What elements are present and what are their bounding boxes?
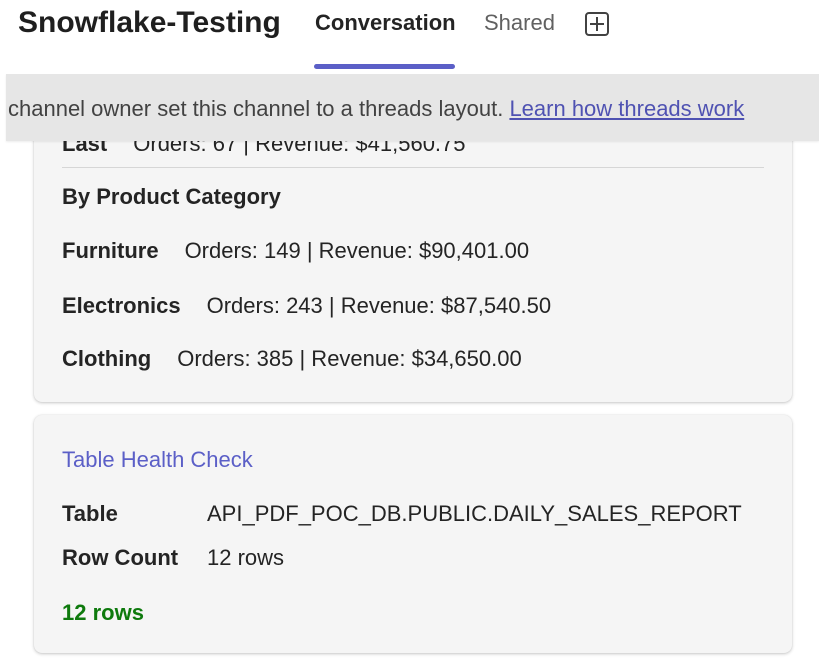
- channel-header: Snowflake-Testing Conversation Shared: [0, 0, 819, 74]
- category-value: Orders: 149 | Revenue: $90,401.00: [184, 238, 530, 263]
- health-row-table: Table API_PDF_POC_DB.PUBLIC.DAILY_SALES_R…: [62, 501, 742, 527]
- category-name: Furniture: [62, 238, 159, 263]
- category-value: Orders: 385 | Revenue: $34,650.00: [177, 346, 522, 371]
- banner-text-line: channel owner set this channel to a thre…: [8, 96, 744, 122]
- teams-channel-view: Snowflake-Testing Conversation Shared La…: [0, 0, 819, 658]
- category-row-clothing: Clothing Orders: 385 | Revenue: $34,650.0…: [62, 346, 522, 372]
- health-row-label: Table: [62, 501, 118, 526]
- banner-message: channel owner set this channel to a thre…: [8, 96, 504, 121]
- active-tab-indicator: [314, 64, 455, 69]
- health-row-value: API_PDF_POC_DB.PUBLIC.DAILY_SALES_REPORT: [207, 501, 742, 526]
- section-title: By Product Category: [62, 184, 281, 209]
- category-row-electronics: Electronics Orders: 243 | Revenue: $87,54…: [62, 293, 551, 319]
- conversation-feed[interactable]: Last Orders: 67 | Revenue: $41,560.75 By …: [0, 74, 819, 658]
- category-value: Orders: 243 | Revenue: $87,540.50: [206, 293, 552, 318]
- learn-threads-link[interactable]: Learn how threads work: [509, 96, 744, 121]
- health-row-value: 12 rows: [207, 545, 285, 570]
- health-row-row-count: Row Count 12 rows: [62, 545, 284, 571]
- category-name: Electronics: [62, 293, 181, 318]
- table-health-card: Table Health Check Table API_PDF_POC_DB.P…: [34, 415, 792, 653]
- tab-conversation[interactable]: Conversation: [315, 10, 456, 36]
- health-status: 12 rows: [62, 600, 144, 625]
- card-title[interactable]: Table Health Check: [62, 447, 253, 473]
- threads-layout-banner: channel owner set this channel to a thre…: [6, 74, 819, 141]
- tab-shared[interactable]: Shared: [484, 10, 555, 36]
- category-row-furniture: Furniture Orders: 149 | Revenue: $90,401.…: [62, 238, 529, 264]
- card-divider: [62, 167, 764, 168]
- channel-title: Snowflake-Testing: [18, 6, 281, 39]
- health-row-label: Row Count: [62, 545, 179, 570]
- category-name: Clothing: [62, 346, 152, 371]
- add-tab-icon[interactable]: [585, 12, 609, 36]
